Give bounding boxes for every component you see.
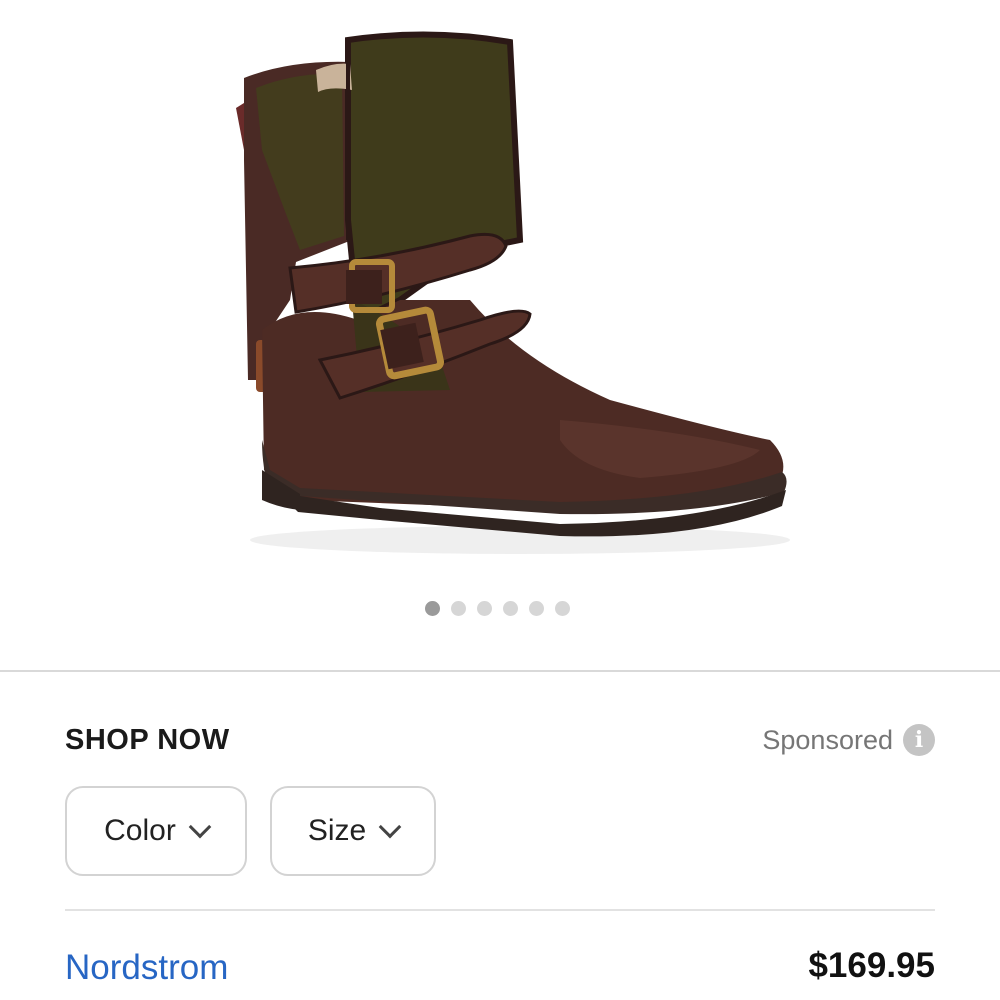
carousel-dot-active[interactable] [425,601,440,616]
listing-divider [65,909,935,911]
info-icon[interactable]: i [903,724,935,756]
carousel-dot[interactable] [503,601,518,616]
sponsored-text: Sponsored [762,724,893,755]
boot-illustration [236,31,790,554]
size-dropdown[interactable]: Size [270,786,436,876]
product-card: SHOP NOW Sponsored i Color Size Nordstro… [0,0,1000,1000]
product-image[interactable] [0,0,1000,590]
carousel-indicator[interactable] [425,601,570,616]
size-dropdown-label: Size [307,814,367,847]
color-dropdown[interactable]: Color [65,786,247,876]
chevron-down-icon [188,815,212,839]
carousel-dot[interactable] [451,601,466,616]
section-divider [0,670,1000,672]
product-price: $169.95 [808,946,935,985]
sponsored-label[interactable]: Sponsored i [762,724,935,756]
chevron-down-icon [378,815,402,839]
carousel-dot[interactable] [555,601,570,616]
shop-now-heading: SHOP NOW [65,724,230,756]
merchant-link[interactable]: Nordstrom [65,948,228,988]
carousel-dot[interactable] [477,601,492,616]
color-dropdown-label: Color [104,814,176,847]
carousel-dot[interactable] [529,601,544,616]
